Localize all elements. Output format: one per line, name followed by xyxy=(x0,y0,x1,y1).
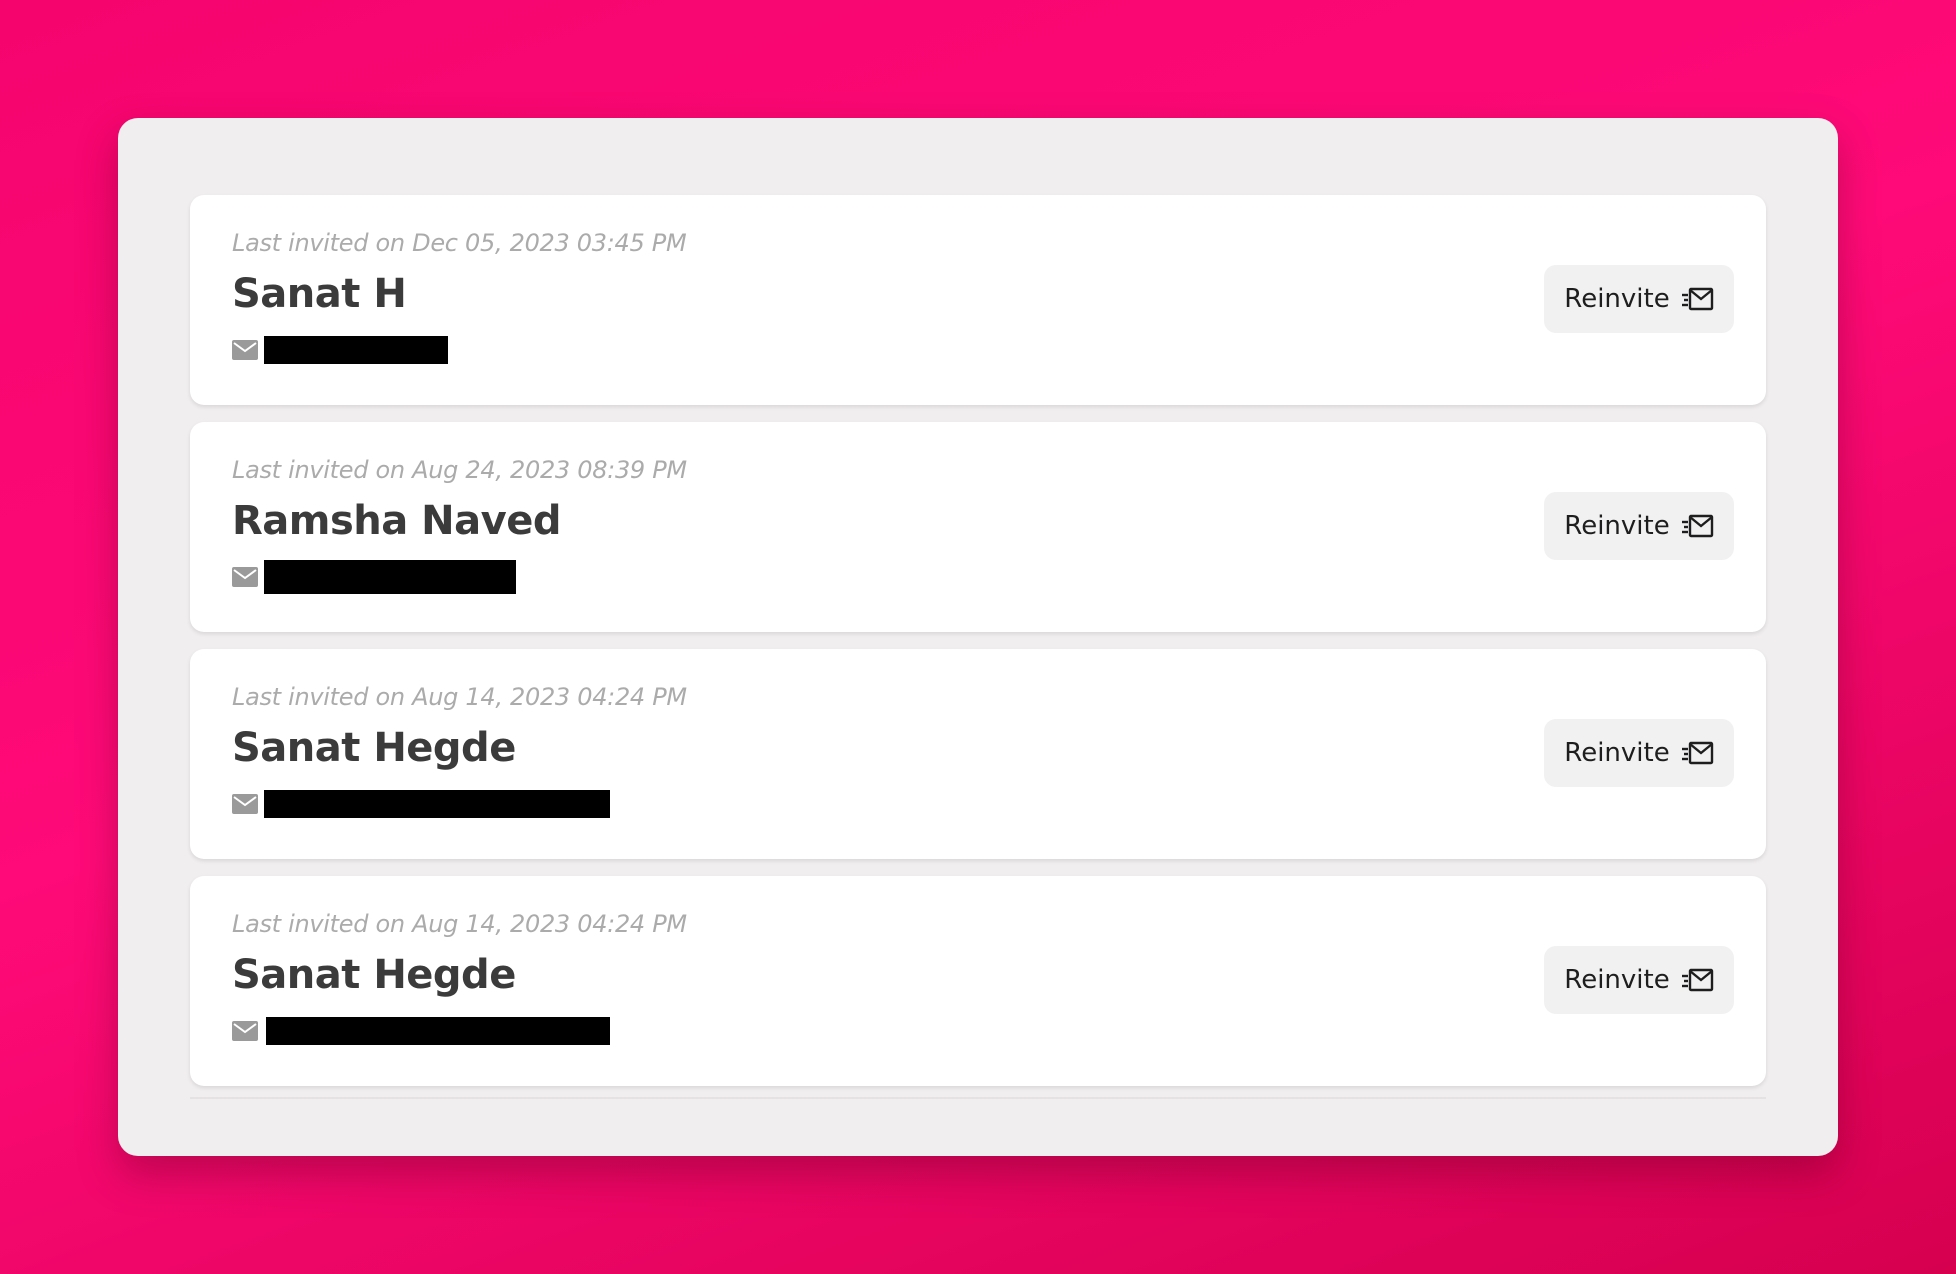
send-mail-icon xyxy=(1681,968,1713,992)
email-redacted xyxy=(264,560,516,594)
email-row xyxy=(232,789,610,819)
email-row xyxy=(232,1016,610,1046)
mail-icon xyxy=(232,1021,258,1041)
invitee-name: Sanat H xyxy=(232,271,407,317)
last-invited-text: Last invited on Aug 24, 2023 08:39 PM xyxy=(232,456,687,484)
reinvite-button[interactable]: Reinvite xyxy=(1544,946,1734,1014)
email-row xyxy=(232,560,516,594)
invite-card: Last invited on Aug 14, 2023 04:24 PM Sa… xyxy=(190,876,1766,1086)
email-redacted xyxy=(266,1017,610,1045)
reinvite-button[interactable]: Reinvite xyxy=(1544,492,1734,560)
last-invited-text: Last invited on Aug 14, 2023 04:24 PM xyxy=(232,683,687,711)
reinvite-label: Reinvite xyxy=(1564,284,1670,314)
invite-card: Last invited on Aug 24, 2023 08:39 PM Ra… xyxy=(190,422,1766,632)
reinvite-label: Reinvite xyxy=(1564,738,1670,768)
invitee-name: Sanat Hegde xyxy=(232,725,516,771)
last-invited-text: Last invited on Aug 14, 2023 04:24 PM xyxy=(232,910,687,938)
email-redacted xyxy=(264,790,610,818)
reinvite-label: Reinvite xyxy=(1564,965,1670,995)
invitee-name: Ramsha Naved xyxy=(232,498,561,544)
reinvite-button[interactable]: Reinvite xyxy=(1544,265,1734,333)
email-row xyxy=(232,335,448,365)
mail-icon xyxy=(232,340,258,360)
mail-icon xyxy=(232,794,258,814)
invitee-name: Sanat Hegde xyxy=(232,952,516,998)
send-mail-icon xyxy=(1681,741,1713,765)
reinvite-button[interactable]: Reinvite xyxy=(1544,719,1734,787)
invite-card: Last invited on Dec 05, 2023 03:45 PM Sa… xyxy=(190,195,1766,405)
list-divider xyxy=(190,1097,1766,1099)
reinvite-label: Reinvite xyxy=(1564,511,1670,541)
mail-icon xyxy=(232,567,258,587)
last-invited-text: Last invited on Dec 05, 2023 03:45 PM xyxy=(232,229,687,257)
email-redacted xyxy=(264,336,448,364)
send-mail-icon xyxy=(1681,287,1713,311)
invites-panel: Last invited on Dec 05, 2023 03:45 PM Sa… xyxy=(118,118,1838,1156)
invite-card: Last invited on Aug 14, 2023 04:24 PM Sa… xyxy=(190,649,1766,859)
send-mail-icon xyxy=(1681,514,1713,538)
